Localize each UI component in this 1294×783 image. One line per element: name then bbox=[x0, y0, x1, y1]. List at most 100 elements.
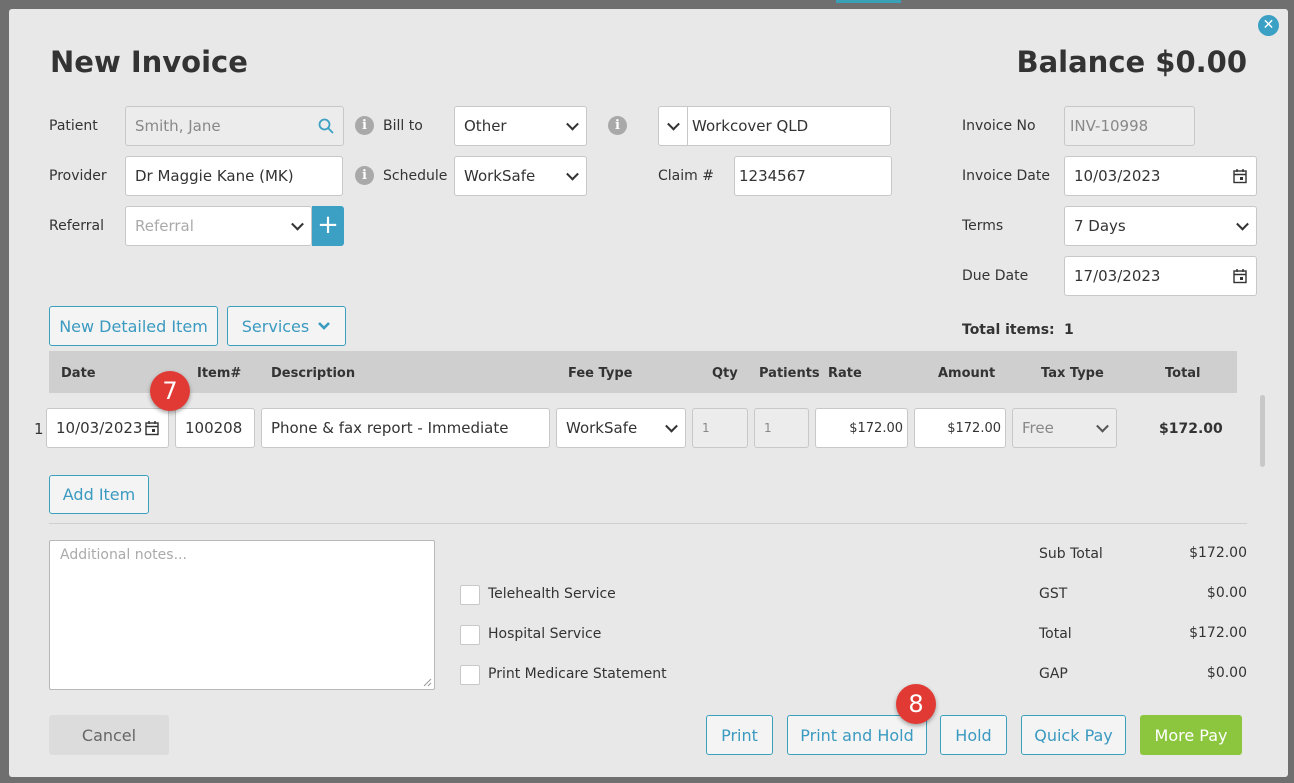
header-date: Date bbox=[61, 366, 96, 381]
row-amount-field[interactable]: $172.00 bbox=[914, 408, 1006, 448]
header-rate: Rate bbox=[828, 366, 862, 381]
row-patients-field: 1 bbox=[754, 408, 809, 448]
modal-title: New Invoice bbox=[50, 45, 248, 79]
payer-value: Workcover QLD bbox=[692, 117, 809, 135]
claim-field[interactable]: 1234567 bbox=[734, 156, 892, 196]
row-index: 1 bbox=[34, 420, 44, 438]
services-label: Services bbox=[241, 316, 310, 336]
calendar-icon[interactable] bbox=[1233, 169, 1247, 184]
calendar-icon[interactable] bbox=[145, 421, 159, 436]
patient-field[interactable]: Smith, Jane bbox=[125, 106, 344, 146]
row-qty-field: 1 bbox=[692, 408, 748, 448]
row-patients-value: 1 bbox=[764, 421, 772, 435]
due-date-value: 17/03/2023 bbox=[1074, 267, 1161, 285]
background-tab-indicator bbox=[836, 0, 901, 3]
total-value: $172.00 bbox=[1189, 625, 1247, 641]
row-rate-field[interactable]: $172.00 bbox=[815, 408, 908, 448]
invoice-date-value: 10/03/2023 bbox=[1074, 167, 1161, 185]
header-patients: Patients bbox=[759, 366, 820, 381]
services-button[interactable]: Services bbox=[227, 306, 346, 346]
row-date-value: 10/03/2023 bbox=[56, 419, 143, 437]
claim-label: Claim # bbox=[658, 168, 714, 184]
chevron-down-icon bbox=[291, 217, 304, 231]
table-scrollbar[interactable] bbox=[1260, 395, 1265, 467]
hospital-checkbox[interactable] bbox=[460, 625, 480, 645]
billto-select[interactable]: Other bbox=[454, 106, 587, 146]
row-description-field[interactable]: Phone & fax report - Immediate bbox=[261, 408, 550, 448]
telehealth-label: Telehealth Service bbox=[488, 586, 616, 602]
gap-value: $0.00 bbox=[1206, 665, 1247, 681]
row-date-field[interactable]: 10/03/2023 bbox=[46, 408, 169, 448]
row-item-field[interactable]: 100208 bbox=[175, 408, 255, 448]
new-detailed-item-button[interactable]: New Detailed Item bbox=[49, 306, 218, 346]
calendar-icon[interactable] bbox=[1233, 269, 1247, 284]
terms-select[interactable]: 7 Days bbox=[1064, 206, 1257, 246]
row-fee-type-value: WorkSafe bbox=[566, 419, 638, 437]
referral-select[interactable]: Referral bbox=[125, 206, 312, 246]
resize-handle-icon[interactable] bbox=[423, 678, 432, 687]
terms-value: 7 Days bbox=[1074, 217, 1126, 235]
row-amount-value: $172.00 bbox=[947, 420, 1001, 436]
total-items-label: Total items: bbox=[962, 322, 1055, 338]
chevron-down-icon bbox=[318, 322, 331, 330]
row-tax-type-select: Free bbox=[1012, 408, 1117, 448]
row-fee-type-select[interactable]: WorkSafe bbox=[556, 408, 686, 448]
balance-display: Balance $0.00 bbox=[1016, 45, 1247, 79]
provider-label: Provider bbox=[49, 168, 107, 184]
chevron-down-icon bbox=[566, 167, 579, 181]
notes-placeholder: Additional notes... bbox=[60, 547, 187, 563]
annotation-badge-7: 7 bbox=[150, 371, 190, 411]
payer-dropdown-toggle[interactable] bbox=[659, 107, 688, 145]
schedule-select[interactable]: WorkSafe bbox=[454, 156, 587, 196]
hold-button[interactable]: Hold bbox=[940, 715, 1007, 755]
header-description: Description bbox=[271, 366, 356, 381]
schedule-label: Schedule bbox=[383, 168, 448, 184]
invoice-no-field: INV-10998 bbox=[1064, 106, 1195, 146]
payer-select[interactable]: Workcover QLD bbox=[658, 106, 891, 146]
divider bbox=[49, 523, 1247, 524]
more-pay-button[interactable]: More Pay bbox=[1140, 715, 1242, 755]
header-item: Item# bbox=[197, 366, 242, 381]
search-icon[interactable] bbox=[318, 118, 334, 134]
add-referral-button[interactable]: + bbox=[312, 206, 344, 246]
notes-textarea[interactable]: Additional notes... bbox=[49, 540, 435, 690]
due-date-field[interactable]: 17/03/2023 bbox=[1064, 256, 1257, 296]
info-icon[interactable]: i bbox=[355, 166, 374, 185]
total-items-value: 1 bbox=[1064, 322, 1074, 338]
billto-value: Other bbox=[464, 117, 507, 135]
subtotal-value: $172.00 bbox=[1189, 545, 1247, 561]
medicare-statement-checkbox[interactable] bbox=[460, 665, 480, 685]
due-date-label: Due Date bbox=[962, 268, 1029, 284]
gst-label: GST bbox=[1039, 586, 1068, 602]
row-total-value: $172.00 bbox=[1159, 421, 1223, 437]
telehealth-checkbox[interactable] bbox=[460, 585, 480, 605]
close-icon[interactable]: ✕ bbox=[1258, 15, 1279, 36]
terms-label: Terms bbox=[962, 218, 1004, 234]
chevron-down-icon bbox=[667, 117, 680, 131]
subtotal-label: Sub Total bbox=[1039, 546, 1103, 562]
schedule-value: WorkSafe bbox=[464, 167, 536, 185]
patient-label: Patient bbox=[49, 118, 98, 134]
hospital-label: Hospital Service bbox=[488, 626, 602, 642]
invoice-no-label: Invoice No bbox=[962, 118, 1036, 134]
invoice-no-value: INV-10998 bbox=[1070, 117, 1149, 135]
row-rate-value: $172.00 bbox=[849, 420, 903, 436]
info-icon[interactable]: i bbox=[355, 116, 374, 135]
header-fee-type: Fee Type bbox=[568, 366, 633, 381]
total-label: Total bbox=[1039, 626, 1072, 642]
medicare-statement-label: Print Medicare Statement bbox=[488, 666, 667, 682]
quick-pay-button[interactable]: Quick Pay bbox=[1021, 715, 1126, 755]
info-icon[interactable]: i bbox=[608, 116, 627, 135]
claim-value: 1234567 bbox=[739, 167, 806, 185]
header-amount: Amount bbox=[938, 366, 996, 381]
gst-value: $0.00 bbox=[1206, 585, 1247, 601]
invoice-date-field[interactable]: 10/03/2023 bbox=[1064, 156, 1257, 196]
header-total: Total bbox=[1165, 366, 1201, 381]
cancel-button[interactable]: Cancel bbox=[49, 715, 169, 755]
print-button[interactable]: Print bbox=[706, 715, 773, 755]
billto-label: Bill to bbox=[383, 118, 423, 134]
referral-label: Referral bbox=[49, 218, 104, 234]
add-item-button[interactable]: Add Item bbox=[49, 475, 149, 514]
row-tax-type-value: Free bbox=[1022, 419, 1054, 437]
provider-field[interactable]: Dr Maggie Kane (MK) bbox=[125, 156, 343, 196]
